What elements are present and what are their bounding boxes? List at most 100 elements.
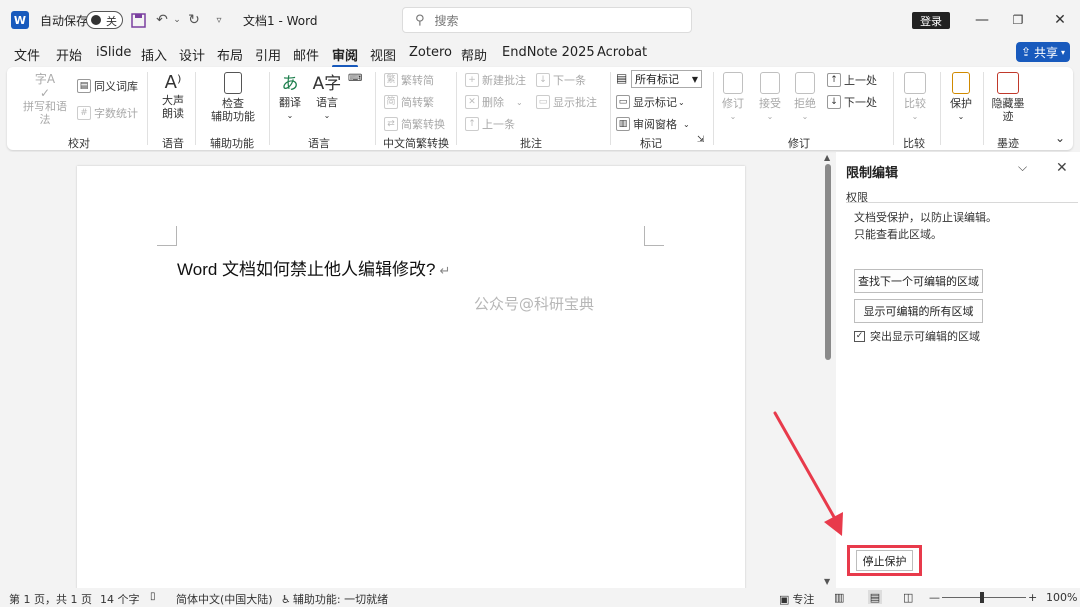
word-count-button[interactable]: # 字数统计 [77,105,138,121]
show-markup-button[interactable]: ▭ 显示标记 ⌄ [616,94,685,110]
simplified-to-traditional-button[interactable]: 简 简转繁 [384,94,434,110]
zoom-out-icon[interactable]: — [929,591,940,604]
web-layout-icon[interactable]: ◫ [903,591,913,604]
word-count-label: 字数统计 [94,107,138,120]
delete-comment-button[interactable]: ✕ 删除 ⌄ [465,94,523,110]
next-change-icon: ↓ [827,95,841,109]
zoom-level[interactable]: 100% [1046,591,1077,604]
tab-insert[interactable]: 插入 [141,45,167,64]
status-page-count[interactable]: 第 1 页，共 1 页 [9,591,92,607]
next-change-button[interactable]: ↓ 下一处 [827,94,877,110]
reviewing-pane-icon: ▥ [616,117,630,131]
previous-change-button[interactable]: ↑ 上一处 [827,72,877,88]
track-changes-button[interactable]: 修订 ⌄ [719,72,747,123]
proofing-status-icon[interactable]: ▯ [150,591,156,602]
share-button[interactable]: ⇪ 共享 ▾ [1016,42,1070,62]
tab-endnote[interactable]: EndNote 2025 [502,45,595,60]
chevron-down-icon[interactable]: ⌵ [1018,160,1027,175]
autosave-toggle[interactable]: 关 [86,11,123,29]
show-comments-icon: ▭ [536,95,550,109]
new-comment-button[interactable]: + 新建批注 [465,72,526,88]
status-word-count[interactable]: 14 个字 [100,591,140,607]
restore-icon[interactable]: ❐ [1008,10,1028,30]
status-accessibility[interactable]: ♿ 辅助功能: 一切就绪 [281,591,388,607]
tab-layout[interactable]: 布局 [217,45,243,64]
tab-references[interactable]: 引用 [255,45,281,64]
delete-comment-icon: ✕ [465,95,479,109]
previous-comment-icon: ↑ [465,117,479,131]
save-icon[interactable] [129,11,147,29]
compare-button[interactable]: 比较 ⌄ [900,72,930,123]
tab-view[interactable]: 视图 [370,45,396,64]
check-accessibility-button[interactable]: 检查 辅助功能 [203,72,263,123]
restrict-editing-pane: 限制编辑 ⌵ ✕ 权限 文档受保护，以防止误编辑。 只能查看此区域。 查找下一个… [836,152,1080,588]
vertical-scrollbar[interactable]: ▲ ▼ [823,152,835,588]
markup-combo-value: 所有标记 [635,73,679,86]
traditional-to-simplified-button[interactable]: 繁 繁转简 [384,72,434,88]
reject-button[interactable]: 拒绝 ⌄ [791,72,819,123]
thesaurus-button[interactable]: ▤ 同义词库 [77,78,138,94]
ribbon-divider [195,72,196,145]
tab-design[interactable]: 设计 [179,45,205,64]
new-comment-label: 新建批注 [482,74,526,87]
translate-button[interactable]: あ 翻译 ⌄ [275,72,305,122]
new-comment-icon: + [465,73,479,87]
previous-comment-button[interactable]: ↑ 上一条 [465,116,515,132]
show-markup-icon: ▭ [616,95,630,109]
tab-acrobat[interactable]: Acrobat [597,45,647,60]
hide-ink-button[interactable]: 隐藏墨 迹 [989,72,1027,123]
chevron-down-icon: ⌄ [729,112,737,121]
group-label-tracking: 标记 [640,137,662,150]
redo-icon[interactable]: ↻ [185,11,203,29]
tab-islide[interactable]: iSlide [96,45,131,60]
tab-home[interactable]: 开始 [56,45,82,64]
tab-review[interactable]: 审阅 [332,45,359,68]
chinese-convert-button[interactable]: ⇄ 简繁转换 [384,116,445,132]
tab-help[interactable]: 帮助 [461,45,487,64]
read-mode-icon[interactable]: ▥ [834,591,844,604]
tab-file[interactable]: 文件 [14,45,40,64]
protect-button[interactable]: 保护 ⌄ [945,72,977,123]
language-button[interactable]: A字 语言 ⌄ [311,72,343,122]
document-body-text[interactable]: Word 文档如何禁止他人编辑修改? ↵ [177,255,450,280]
toggle-knob [91,15,101,25]
qat-dropdown-icon[interactable]: ▿ [210,11,228,29]
zoom-slider[interactable] [942,592,1026,603]
chevron-down-icon: ⌄ [286,111,294,120]
login-button[interactable]: 登录 [912,12,950,29]
scroll-up-icon[interactable]: ▲ [824,153,830,162]
share-icon: ⇪ [1020,45,1032,59]
tab-mailings[interactable]: 邮件 [293,45,319,64]
show-comments-button[interactable]: ▭ 显示批注 [536,94,597,110]
accept-button[interactable]: 接受 ⌄ [756,72,784,123]
print-layout-icon[interactable]: ▤ [868,590,882,604]
zoom-slider-thumb[interactable] [980,592,984,603]
next-comment-button[interactable]: ↓ 下一条 [536,72,586,88]
group-label-chinese-conversion: 中文简繁转换 [383,137,449,150]
scroll-down-icon[interactable]: ▼ [824,577,830,586]
search-box[interactable]: ⚲ 搜索 [402,7,692,33]
scroll-thumb[interactable] [825,164,831,360]
dialog-launcher-icon[interactable]: ⇲ [697,135,705,145]
minimize-icon[interactable]: — [972,10,992,30]
markup-combo[interactable]: 所有标记 ▼ [631,70,702,88]
highlight-editable-regions-checkbox[interactable]: ✓ 突出显示可编辑的区域 [854,328,980,344]
delete-comment-label: 删除 [482,96,504,109]
focus-icon: ▣ [779,592,790,606]
spelling-grammar-button[interactable]: 字A ✓ 拼写和语法 [19,72,71,126]
close-pane-icon[interactable]: ✕ [1056,160,1068,176]
focus-button[interactable]: ▣ 专注 [779,591,814,607]
undo-dropdown-icon[interactable]: ⌄ [168,11,186,29]
collapse-ribbon-icon[interactable]: ⌄ [1055,131,1065,145]
keyboard-icon[interactable]: ⌨ [348,73,362,84]
close-icon[interactable]: ✕ [1050,10,1070,30]
tab-zotero[interactable]: Zotero [409,45,452,60]
show-all-editable-regions-button[interactable]: 显示可编辑的所有区域 [854,299,983,323]
find-next-editable-region-button[interactable]: 查找下一个可编辑的区域 [854,269,983,293]
document-page[interactable]: Word 文档如何禁止他人编辑修改? ↵ 公众号@科研宝典 [77,166,745,591]
zoom-in-icon[interactable]: + [1028,591,1037,604]
stop-protection-button[interactable]: 停止保护 [856,550,913,571]
reviewing-pane-button[interactable]: ▥ 审阅窗格 ⌄ [616,116,690,132]
status-language[interactable]: 简体中文(中国大陆) [176,591,273,607]
read-aloud-button[interactable]: A⁾ 大声 朗读 [155,72,191,120]
